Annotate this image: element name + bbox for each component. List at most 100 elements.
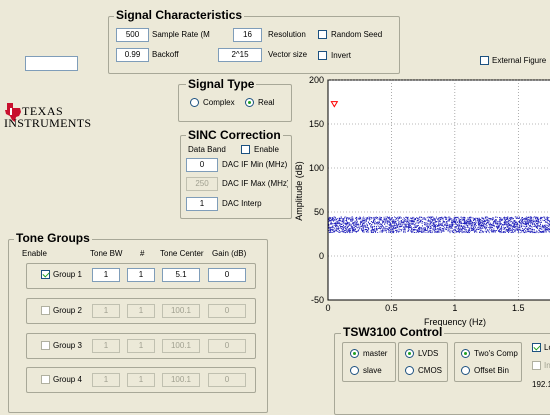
noise-point bbox=[367, 225, 368, 226]
noise-point bbox=[343, 228, 344, 229]
noise-point bbox=[398, 231, 399, 232]
noise-point bbox=[434, 218, 435, 219]
noise-point bbox=[530, 225, 531, 226]
noise-point bbox=[455, 217, 456, 218]
noise-point bbox=[339, 225, 340, 226]
noise-point bbox=[419, 219, 420, 220]
noise-point bbox=[451, 225, 452, 226]
noise-point bbox=[505, 232, 506, 233]
noise-point bbox=[407, 219, 408, 220]
noise-point bbox=[395, 219, 396, 220]
noise-point bbox=[518, 232, 519, 233]
noise-point bbox=[449, 231, 450, 232]
noise-point bbox=[545, 232, 546, 233]
noise-point bbox=[467, 232, 468, 233]
noise-point bbox=[333, 227, 334, 228]
noise-point bbox=[460, 228, 461, 229]
noise-point bbox=[541, 232, 542, 233]
noise-point bbox=[350, 217, 351, 218]
noise-point bbox=[495, 232, 496, 233]
noise-point bbox=[531, 229, 532, 230]
noise-point bbox=[491, 229, 492, 230]
noise-point bbox=[371, 221, 372, 222]
noise-point bbox=[405, 231, 406, 232]
noise-point bbox=[526, 221, 527, 222]
noise-point bbox=[388, 227, 389, 228]
noise-point bbox=[470, 223, 471, 224]
noise-point bbox=[480, 219, 481, 220]
noise-point bbox=[475, 221, 476, 222]
noise-point bbox=[405, 217, 406, 218]
noise-point bbox=[392, 219, 393, 220]
clipped-disabled-checkbox[interactable] bbox=[532, 361, 541, 370]
noise-point bbox=[353, 227, 354, 228]
lvds-radio[interactable] bbox=[405, 349, 414, 358]
offset-bin-radio[interactable] bbox=[461, 366, 470, 375]
noise-point bbox=[529, 228, 530, 229]
noise-point bbox=[478, 227, 479, 228]
noise-point bbox=[474, 219, 475, 220]
noise-point bbox=[448, 231, 449, 232]
noise-point bbox=[487, 230, 488, 231]
noise-point bbox=[429, 231, 430, 232]
noise-point bbox=[513, 222, 514, 223]
noise-point bbox=[532, 229, 533, 230]
noise-point bbox=[405, 232, 406, 233]
slave-radio[interactable] bbox=[350, 366, 359, 375]
noise-point bbox=[482, 218, 483, 219]
noise-point bbox=[377, 223, 378, 224]
noise-point bbox=[504, 219, 505, 220]
noise-point bbox=[419, 227, 420, 228]
noise-point bbox=[421, 232, 422, 233]
noise-point bbox=[360, 218, 361, 219]
noise-point bbox=[448, 217, 449, 218]
noise-point bbox=[480, 227, 481, 228]
noise-point bbox=[506, 221, 507, 222]
noise-point bbox=[501, 226, 502, 227]
noise-point bbox=[506, 225, 507, 226]
noise-point bbox=[401, 222, 402, 223]
noise-point bbox=[533, 232, 534, 233]
noise-point bbox=[374, 230, 375, 231]
noise-point bbox=[382, 222, 383, 223]
clipped-checkbox[interactable] bbox=[532, 343, 541, 352]
noise-point bbox=[441, 231, 442, 232]
noise-point bbox=[458, 229, 459, 230]
noise-point bbox=[442, 225, 443, 226]
noise-point bbox=[516, 218, 517, 219]
master-radio[interactable] bbox=[350, 349, 359, 358]
noise-point bbox=[383, 226, 384, 227]
noise-point bbox=[392, 221, 393, 222]
noise-point bbox=[403, 227, 404, 228]
noise-point bbox=[499, 232, 500, 233]
noise-point bbox=[519, 217, 520, 218]
twos-comp-radio[interactable] bbox=[461, 349, 470, 358]
noise-point bbox=[432, 228, 433, 229]
noise-point bbox=[414, 221, 415, 222]
cmos-radio[interactable] bbox=[405, 366, 414, 375]
noise-point bbox=[444, 225, 445, 226]
noise-point bbox=[544, 227, 545, 228]
noise-point bbox=[519, 225, 520, 226]
noise-point bbox=[496, 224, 497, 225]
noise-point bbox=[380, 219, 381, 220]
noise-point bbox=[469, 228, 470, 229]
noise-point bbox=[540, 232, 541, 233]
noise-point bbox=[430, 221, 431, 222]
noise-point bbox=[427, 217, 428, 218]
noise-point bbox=[486, 223, 487, 224]
noise-point bbox=[534, 223, 535, 224]
noise-point bbox=[396, 218, 397, 219]
noise-point bbox=[511, 217, 512, 218]
y-tick-label: 150 bbox=[309, 119, 324, 129]
noise-point bbox=[514, 224, 515, 225]
cmos-label: CMOS bbox=[418, 366, 442, 376]
noise-point bbox=[333, 231, 334, 232]
noise-point bbox=[386, 218, 387, 219]
noise-point bbox=[413, 232, 414, 233]
noise-point bbox=[466, 220, 467, 221]
noise-point bbox=[514, 221, 515, 222]
noise-point bbox=[514, 230, 515, 231]
noise-point bbox=[389, 232, 390, 233]
noise-point bbox=[490, 224, 491, 225]
